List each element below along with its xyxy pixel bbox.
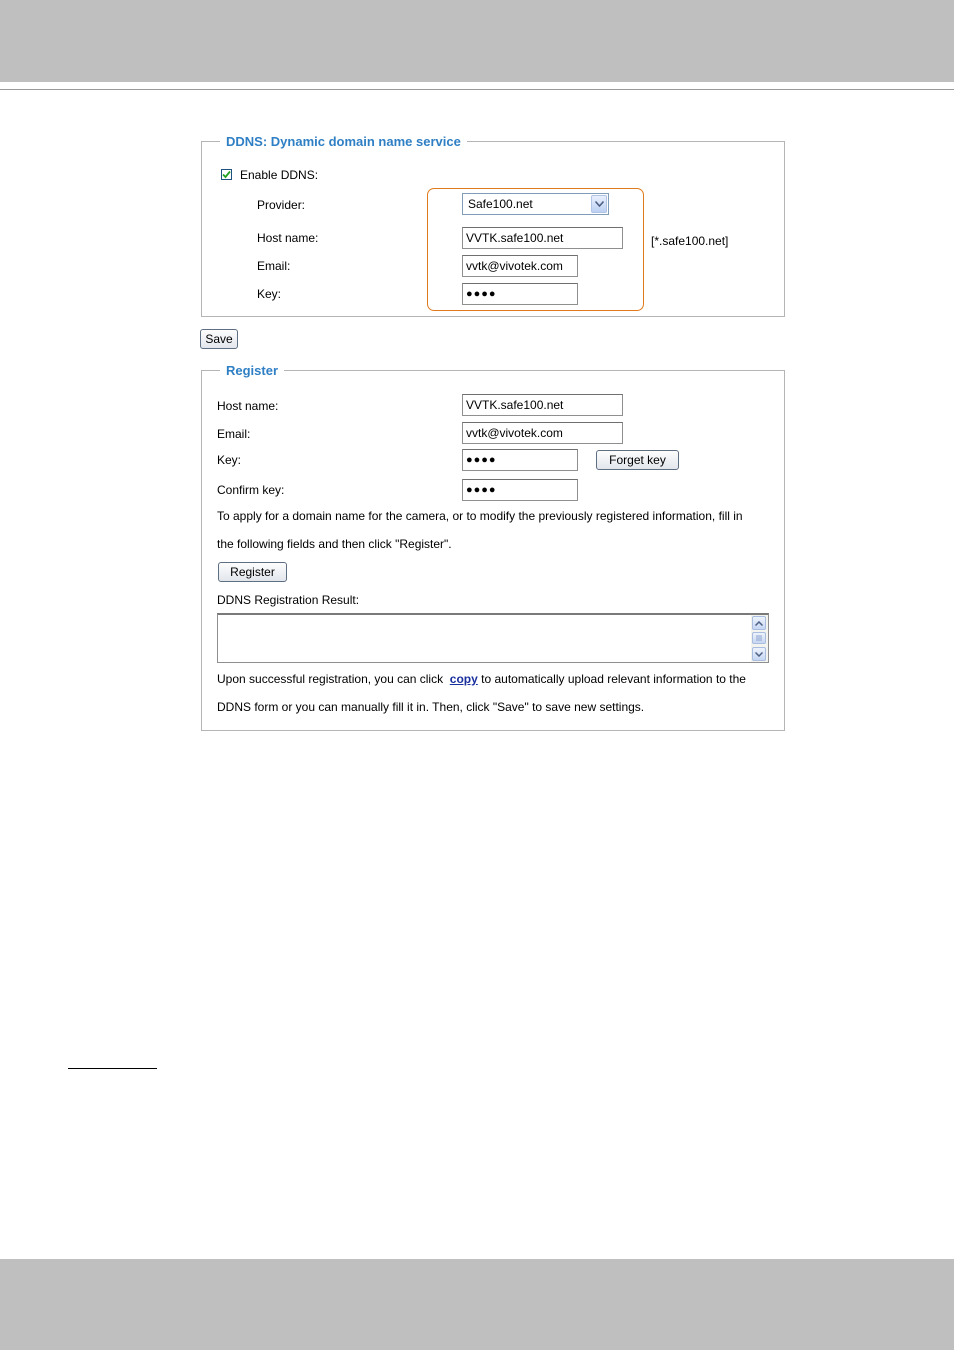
registration-result-label: DDNS Registration Result: (217, 593, 360, 607)
register-key-label: Key: (217, 453, 242, 467)
email-label: Email: (257, 259, 291, 273)
hostname-input[interactable]: VVTK.safe100.net (462, 227, 623, 249)
copy-instruction-suffix: to automatically upload relevant informa… (481, 672, 746, 686)
register-email-input[interactable]: vvtk@vivotek.com (462, 422, 623, 444)
provider-select[interactable]: Safe100.net (462, 193, 609, 215)
register-button[interactable]: Register (218, 562, 287, 582)
copy-instruction-line2: DDNS form or you can manually fill it in… (217, 700, 645, 714)
page-footer-bar (0, 1259, 954, 1350)
confirm-key-input[interactable]: ●●●● (462, 479, 578, 501)
save-button[interactable]: Save (200, 329, 238, 349)
ddns-legend: DDNS: Dynamic domain name service (226, 134, 461, 149)
register-instruction-line1: To apply for a domain name for the camer… (217, 509, 743, 523)
footnote-divider (68, 1068, 157, 1069)
register-hostname-input[interactable]: VVTK.safe100.net (462, 394, 623, 416)
email-input[interactable]: vvtk@vivotek.com (462, 255, 578, 277)
chevron-down-icon[interactable] (591, 195, 607, 213)
scroll-down-icon[interactable] (752, 647, 766, 661)
key-input[interactable]: ●●●● (462, 283, 578, 305)
register-hostname-label: Host name: (217, 399, 279, 413)
register-instruction-line2: the following fields and then click "Reg… (217, 537, 452, 551)
checkmark-icon (222, 170, 231, 179)
header-divider (0, 89, 954, 90)
hostname-domain-hint: [*.safe100.net] (651, 234, 729, 248)
forget-key-button[interactable]: Forget key (596, 450, 679, 470)
register-email-label: Email: (217, 427, 251, 441)
enable-ddns-label: Enable DDNS: (240, 168, 319, 182)
confirm-key-label: Confirm key: (217, 483, 285, 497)
copy-instruction-line1: Upon successful registration, you can cl… (217, 672, 746, 686)
provider-label: Provider: (257, 198, 306, 212)
register-key-input[interactable]: ●●●● (462, 449, 578, 471)
hostname-label: Host name: (257, 231, 319, 245)
scroll-up-icon[interactable] (752, 616, 766, 630)
register-legend: Register (226, 363, 279, 378)
registration-result-textarea[interactable] (217, 613, 769, 663)
result-scrollbar[interactable] (751, 615, 768, 662)
provider-selected-value: Safe100.net (468, 197, 533, 211)
copy-link[interactable]: copy (450, 672, 478, 686)
copy-instruction-prefix: Upon successful registration, you can cl… (217, 672, 444, 686)
scroll-thumb-icon[interactable] (752, 632, 766, 644)
key-label: Key: (257, 287, 282, 301)
page-header-bar (0, 0, 954, 82)
enable-ddns-checkbox[interactable] (221, 169, 232, 180)
